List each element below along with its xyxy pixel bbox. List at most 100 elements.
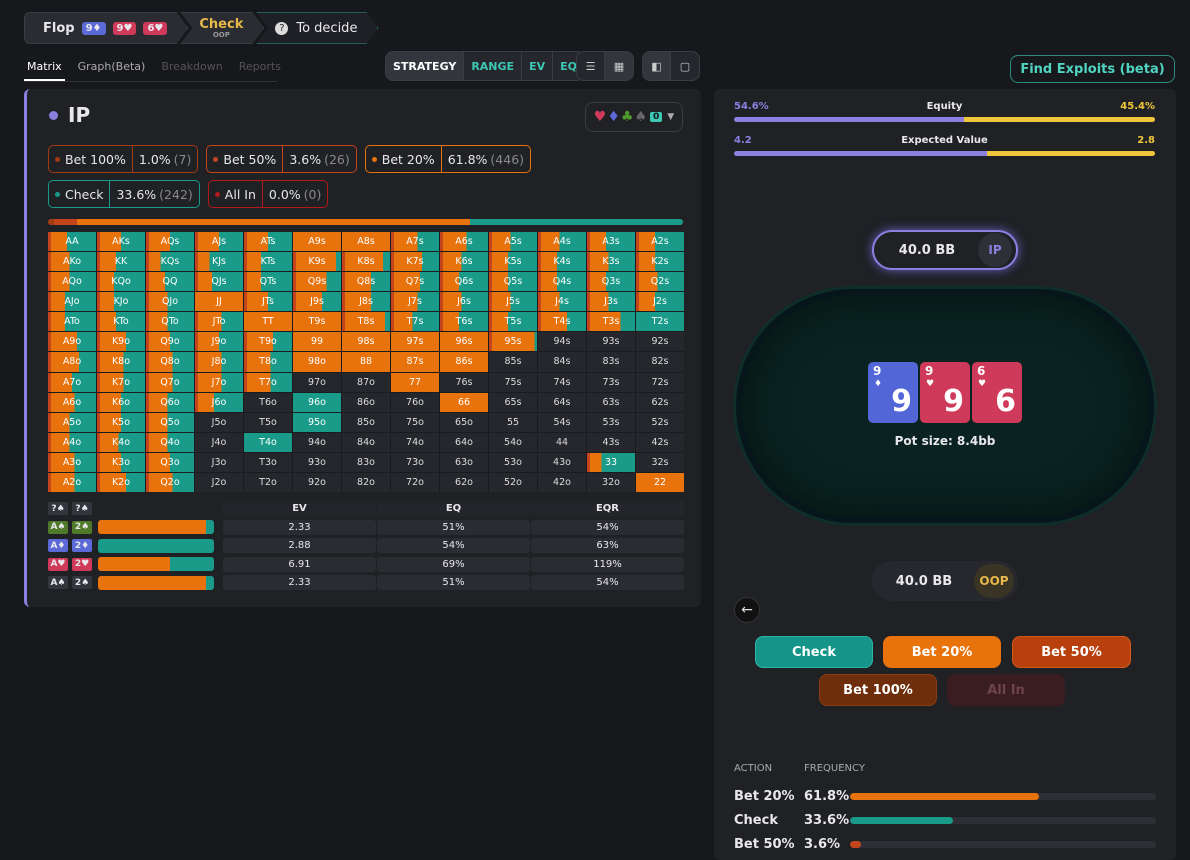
action-b20[interactable]: Bet 20% 61.8% (446) [364,145,532,173]
all-in-button[interactable]: All In [947,674,1065,706]
hand-cell[interactable]: JJ [195,292,243,312]
hand-cell[interactable]: K2s [636,252,684,272]
hand-cell[interactable]: Q3o [146,452,194,472]
hand-cell[interactable]: KJo [97,292,145,312]
hand-cell[interactable]: 65s [489,392,537,412]
hand-cell[interactable]: 94s [538,332,586,352]
combo-filter-0[interactable]: ?♠ [48,502,68,515]
hand-cell[interactable]: T7s [391,312,439,332]
hand-cell[interactable]: Q2o [146,472,194,492]
hand-cell[interactable]: T3s [587,312,635,332]
hand-cell[interactable]: 95o [293,412,341,432]
hand-cell[interactable]: 82s [636,352,684,372]
hand-cell[interactable]: K6s [440,252,488,272]
hand-cell[interactable]: 83s [587,352,635,372]
hand-cell[interactable]: 55 [489,412,537,432]
hand-cell[interactable]: KJs [195,252,243,272]
hand-cell[interactable]: T9o [244,332,292,352]
hand-cell[interactable]: K5s [489,252,537,272]
hand-cell[interactable]: 54o [489,432,537,452]
hand-cell[interactable]: 98o [293,352,341,372]
hand-cell[interactable]: T5o [244,412,292,432]
hand-cell[interactable]: 73s [587,372,635,392]
tab-ev[interactable]: EV [522,52,554,80]
action-b100[interactable]: Bet 100% 1.0% (7) [48,145,199,173]
hand-cell[interactable]: KTo [97,312,145,332]
hand-cell[interactable]: QQ [146,272,194,292]
hand-cell[interactable]: T2o [244,472,292,492]
hand-cell[interactable]: 53o [489,452,537,472]
hand-cell[interactable]: J3o [195,452,243,472]
hand-cell[interactable]: A9s [293,232,341,252]
hand-cell[interactable]: 86s [440,352,488,372]
hand-cell[interactable]: 42s [636,432,684,452]
hand-cell[interactable]: T8s [342,312,390,332]
hand-cell[interactable]: K4o [97,432,145,452]
hand-cell[interactable]: T3o [244,452,292,472]
hand-cell[interactable]: 64s [538,392,586,412]
hand-cell[interactable]: Q5o [146,412,194,432]
hand-cell[interactable]: 22 [636,472,684,492]
hand-cell[interactable]: J5o [195,412,243,432]
hand-cell[interactable]: Q7s [391,272,439,292]
hand-cell[interactable]: 93s [587,332,635,352]
hand-cell[interactable]: QJo [146,292,194,312]
hand-cell[interactable]: Q4s [538,272,586,292]
hand-cell[interactable]: KQs [146,252,194,272]
hand-cell[interactable]: 74s [538,372,586,392]
hand-cell[interactable]: 83o [342,452,390,472]
hand-cell[interactable]: J8o [195,352,243,372]
suit-filter[interactable]: ♥ ♦ ♣ ♠ 0 ▼ [585,102,683,132]
hand-cell[interactable]: KQo [97,272,145,292]
hand-cell[interactable]: Q9s [293,272,341,292]
tab-graph[interactable]: Graph(Beta) [75,56,149,81]
hand-cell[interactable]: K3o [97,452,145,472]
hand-cell[interactable]: K6o [97,392,145,412]
hand-cell[interactable]: A3s [587,232,635,252]
hand-cell[interactable]: 32s [636,452,684,472]
hand-cell[interactable]: Q7o [146,372,194,392]
hand-cell[interactable]: J7o [195,372,243,392]
hand-cell[interactable]: 43o [538,452,586,472]
hand-cell[interactable]: Q6o [146,392,194,412]
hand-cell[interactable]: 95s [489,332,537,352]
hand-cell[interactable]: 62s [636,392,684,412]
tab-matrix[interactable]: Matrix [24,56,65,81]
hand-cell[interactable]: 32o [587,472,635,492]
hand-cell[interactable]: J7s [391,292,439,312]
hand-cell[interactable]: 99 [293,332,341,352]
hand-cell[interactable]: T4o [244,432,292,452]
hand-cell[interactable]: 85o [342,412,390,432]
hand-cell[interactable]: K3s [587,252,635,272]
hand-cell[interactable]: A8o [48,352,96,372]
hand-cell[interactable]: 96o [293,392,341,412]
hand-cell[interactable]: 65o [440,412,488,432]
hand-cell[interactable]: 76o [391,392,439,412]
action-allin[interactable]: All In 0.0% (0) [207,180,329,208]
hand-cell[interactable]: J3s [587,292,635,312]
hand-cell[interactable]: 63o [440,452,488,472]
hand-cell[interactable]: A9o [48,332,96,352]
bet-20-button[interactable]: Bet 20% [883,636,1001,668]
hand-cell[interactable]: 93o [293,452,341,472]
sidebar-layout-icon[interactable]: ◧ [643,52,671,80]
hand-cell[interactable]: ATs [244,232,292,252]
tab-range[interactable]: RANGE [464,52,523,80]
hand-cell[interactable]: QTo [146,312,194,332]
hand-cell[interactable]: KTs [244,252,292,272]
hand-cell[interactable]: J9s [293,292,341,312]
hand-cell[interactable]: AKs [97,232,145,252]
hand-cell[interactable]: AA [48,232,96,252]
hand-cell[interactable]: 77 [391,372,439,392]
hand-cell[interactable]: Q4o [146,432,194,452]
list-view-icon[interactable]: ☰ [577,52,605,80]
hand-cell[interactable]: AJo [48,292,96,312]
hand-cell[interactable]: 33 [587,452,635,472]
hand-cell[interactable]: 43s [587,432,635,452]
hand-cell[interactable]: 44 [538,432,586,452]
hand-cell[interactable]: 52o [489,472,537,492]
breadcrumb-decide[interactable]: ? To decide [256,12,378,44]
hand-cell[interactable]: 87s [391,352,439,372]
hand-cell[interactable]: QJs [195,272,243,292]
back-arrow-icon[interactable]: ← [734,597,760,623]
